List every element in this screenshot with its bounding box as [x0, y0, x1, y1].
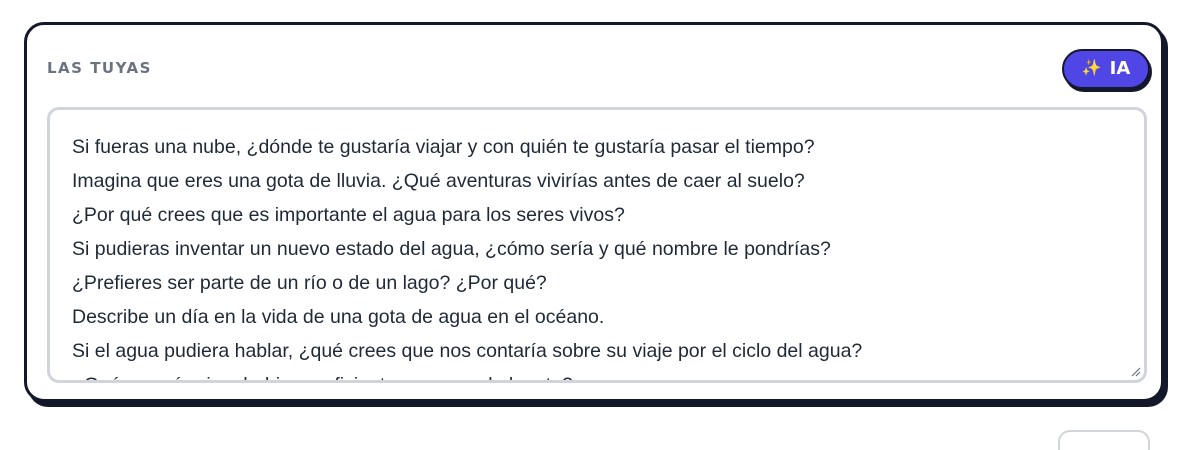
textarea-line: ¿Qué pasaría si no hubiera suficiente ag…	[72, 368, 1124, 380]
prompts-textarea[interactable]: Si fueras una nube, ¿dónde te gustaría v…	[47, 107, 1147, 383]
resize-handle-icon[interactable]	[1129, 365, 1141, 377]
textarea-line: Si el agua pudiera hablar, ¿qué crees qu…	[72, 340, 863, 362]
section-title: LAS TUYAS	[47, 59, 152, 77]
ai-button-label: IA	[1109, 58, 1131, 79]
sparkles-icon: ✨	[1081, 60, 1102, 77]
textarea-line: Imagina que eres una gota de lluvia. ¿Qu…	[72, 170, 805, 192]
textarea-line: Describe un día en la vida de una gota d…	[72, 306, 605, 328]
textarea-line: ¿Por qué crees que es importante el agua…	[72, 204, 625, 226]
textarea-line: ¿Prefieres ser parte de un río o de un l…	[72, 272, 547, 294]
textarea-content: Si fueras una nube, ¿dónde te gustaría v…	[72, 130, 1124, 380]
next-card-edge	[1058, 430, 1150, 450]
ai-generate-button[interactable]: ✨ IA	[1062, 49, 1150, 89]
prompts-card: LAS TUYAS ✨ IA Si fueras una nube, ¿dónd…	[24, 22, 1164, 402]
textarea-line: Si fueras una nube, ¿dónde te gustaría v…	[72, 136, 815, 158]
textarea-line: Si pudieras inventar un nuevo estado del…	[72, 238, 831, 260]
